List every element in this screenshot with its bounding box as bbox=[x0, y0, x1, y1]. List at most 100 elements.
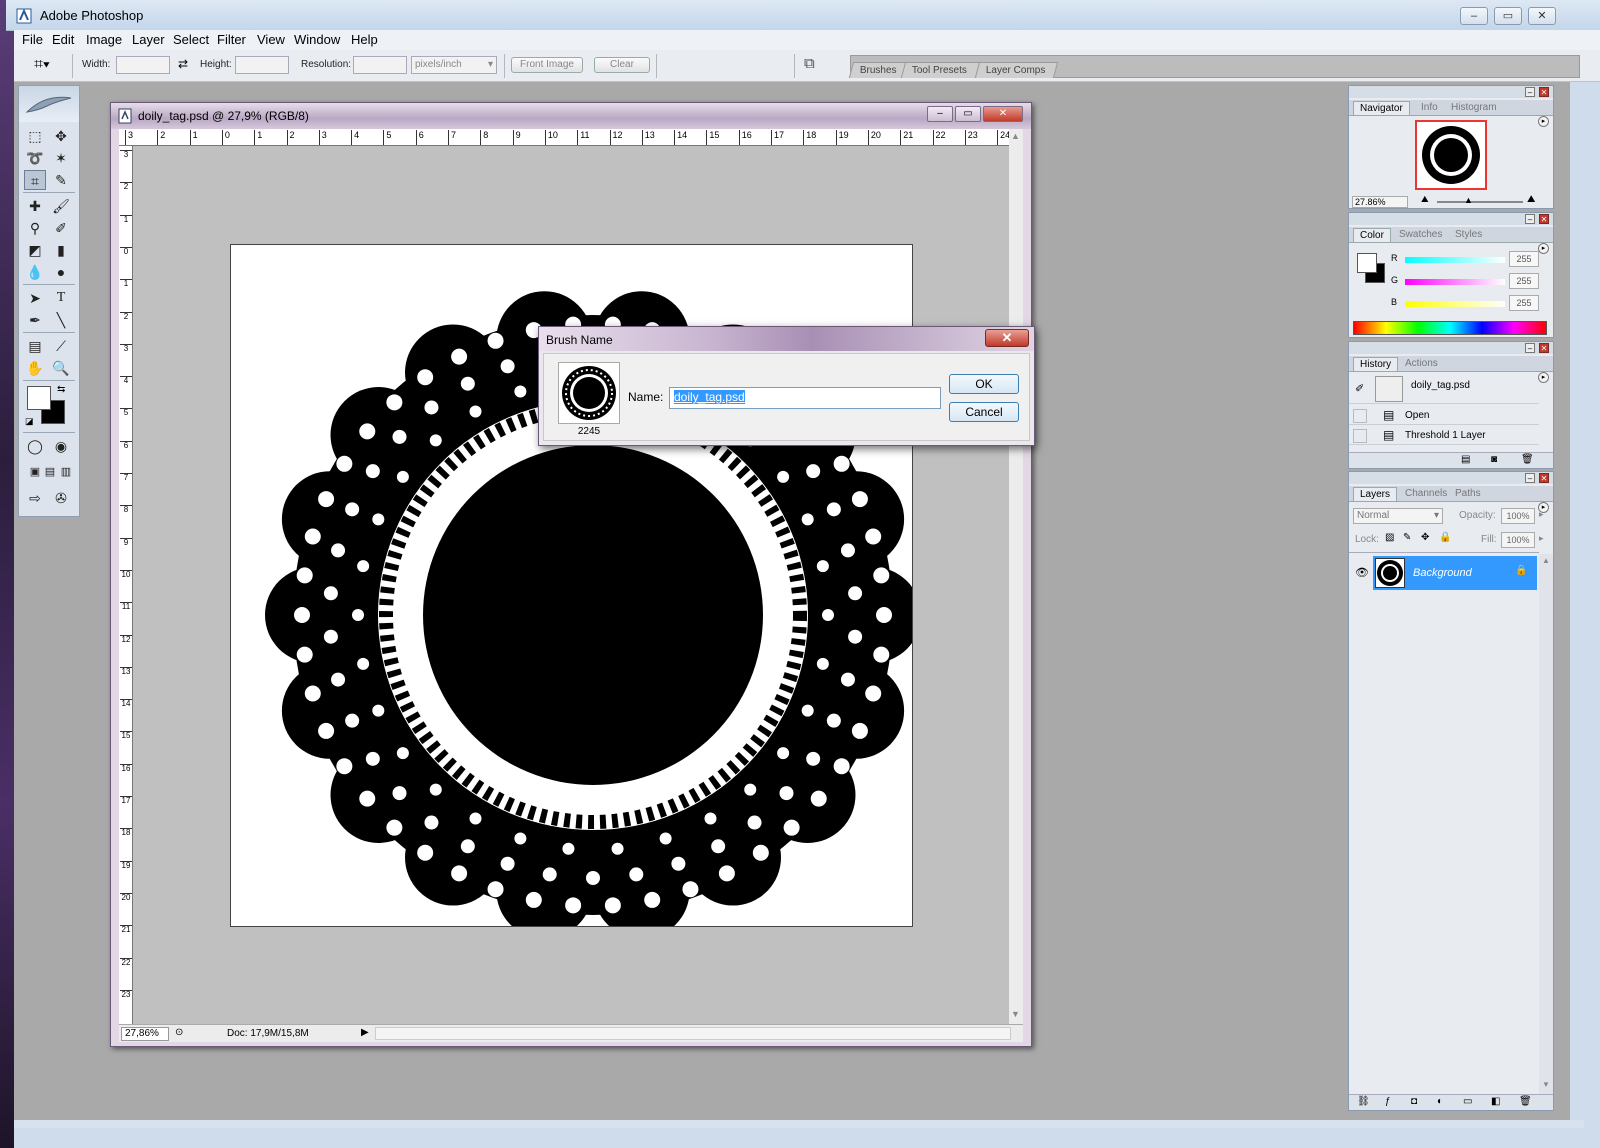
zoom-in-icon[interactable]: ⛰ bbox=[1527, 194, 1535, 205]
lasso-tool-icon[interactable]: ➰ bbox=[24, 148, 46, 168]
panel-close-button[interactable]: ✕ bbox=[1539, 214, 1549, 224]
history-source-checkbox[interactable] bbox=[1353, 429, 1367, 443]
document-titlebar[interactable]: doily_tag.psd @ 27,9% (RGB/8) – ▭ ✕ bbox=[111, 103, 1031, 129]
palette-toggle-icon[interactable]: ⧉ bbox=[804, 55, 815, 72]
panel-minimize-button[interactable]: – bbox=[1525, 343, 1535, 353]
opacity-arrow-icon[interactable]: ▸ bbox=[1539, 509, 1544, 520]
type-tool-icon[interactable]: T bbox=[50, 288, 72, 308]
default-colors-icon[interactable]: ◪ bbox=[25, 416, 34, 427]
doc-close-button[interactable]: ✕ bbox=[983, 106, 1023, 122]
green-channel-value[interactable]: 255 bbox=[1509, 273, 1539, 289]
fill-input[interactable]: 100% bbox=[1501, 532, 1535, 548]
menu-window[interactable]: Window bbox=[294, 32, 340, 47]
vertical-ruler[interactable]: 3 2 1 0 1 2 3 4 5 6 7 8 9 10 11 12 13 14 15 16 17 18 19 20 21 22 2… bbox=[119, 146, 133, 1028]
healing-brush-tool-icon[interactable]: ✚ bbox=[24, 196, 46, 216]
layer-row-background[interactable]: Background 🔒 bbox=[1373, 556, 1537, 590]
panel-header[interactable]: – ✕ bbox=[1349, 86, 1553, 98]
vertical-scrollbar[interactable]: ▲ ▼ bbox=[1009, 129, 1023, 1028]
path-selection-tool-icon[interactable]: ➤ bbox=[24, 288, 46, 308]
jump-to-imageready-icon[interactable]: ⇨ bbox=[24, 488, 46, 508]
lock-all-icon[interactable]: 🔒 bbox=[1439, 532, 1451, 543]
trash-icon[interactable]: 🗑 bbox=[1521, 454, 1534, 465]
blue-channel-value[interactable]: 255 bbox=[1509, 295, 1539, 311]
gradient-tool-icon[interactable]: ▮ bbox=[50, 240, 72, 260]
tab-histogram[interactable]: Histogram bbox=[1445, 101, 1503, 114]
front-image-button[interactable]: Front Image bbox=[511, 57, 583, 73]
dialog-titlebar[interactable]: Brush Name ✕ bbox=[539, 327, 1034, 351]
well-tab-layer-comps[interactable]: Layer Comps bbox=[974, 62, 1059, 78]
brush-name-input[interactable]: doily_tag.psd bbox=[669, 387, 941, 409]
tab-paths[interactable]: Paths bbox=[1449, 487, 1487, 500]
menu-edit[interactable]: Edit bbox=[52, 32, 74, 47]
scroll-up-arrow-icon[interactable]: ▲ bbox=[1542, 556, 1550, 565]
menu-file[interactable]: File bbox=[22, 32, 43, 47]
green-channel-slider[interactable] bbox=[1405, 279, 1505, 285]
navigator-zoom-field[interactable]: 27.86% bbox=[1352, 196, 1408, 208]
slice-tool-icon[interactable]: ✎ bbox=[50, 170, 72, 190]
red-channel-value[interactable]: 255 bbox=[1509, 251, 1539, 267]
blur-tool-icon[interactable]: 💧 bbox=[24, 262, 46, 282]
resolution-input[interactable] bbox=[353, 56, 407, 74]
foreground-color-swatch[interactable] bbox=[27, 386, 51, 410]
panel-close-button[interactable]: ✕ bbox=[1539, 473, 1549, 483]
zoom-level-field[interactable]: 27,86% bbox=[121, 1027, 169, 1041]
horizontal-scrollbar[interactable] bbox=[375, 1027, 1011, 1040]
resolution-unit-select[interactable]: pixels/inch ▾ bbox=[411, 56, 497, 74]
panel-header[interactable]: – ✕ bbox=[1349, 213, 1553, 225]
new-document-from-state-icon[interactable]: ▤ bbox=[1461, 454, 1470, 465]
maximize-button[interactable]: ▭ bbox=[1494, 7, 1522, 25]
status-info-icon[interactable]: ⊙ bbox=[175, 1027, 183, 1038]
close-button[interactable]: ✕ bbox=[1528, 7, 1556, 25]
history-state-row[interactable]: ▤ Threshold 1 Layer bbox=[1349, 426, 1539, 445]
panel-menu-icon[interactable]: ▸ bbox=[1538, 372, 1549, 383]
width-input[interactable] bbox=[116, 56, 170, 74]
swap-colors-icon[interactable]: ⇆ bbox=[57, 384, 65, 395]
quick-mask-mode-icon[interactable]: ◉ bbox=[50, 436, 72, 456]
magic-wand-tool-icon[interactable]: ✶ bbox=[50, 148, 72, 168]
tab-actions[interactable]: Actions bbox=[1399, 357, 1444, 370]
move-tool-icon[interactable]: ✥ bbox=[50, 126, 72, 146]
layer-mask-icon[interactable]: ◘ bbox=[1411, 1096, 1417, 1107]
layer-style-icon[interactable]: ƒ bbox=[1385, 1096, 1391, 1107]
app-titlebar[interactable]: Adobe Photoshop – ▭ ✕ bbox=[6, 0, 1600, 31]
new-group-icon[interactable]: ▭ bbox=[1463, 1096, 1472, 1107]
menu-image[interactable]: Image bbox=[86, 32, 122, 47]
new-snapshot-icon[interactable]: ◙ bbox=[1491, 454, 1497, 465]
panel-close-button[interactable]: ✕ bbox=[1539, 343, 1549, 353]
tab-info[interactable]: Info bbox=[1415, 101, 1444, 114]
tab-navigator[interactable]: Navigator bbox=[1353, 101, 1410, 115]
tab-color[interactable]: Color bbox=[1353, 228, 1391, 242]
history-brush-tool-icon[interactable]: ✐ bbox=[50, 218, 72, 238]
panel-minimize-button[interactable]: – bbox=[1525, 87, 1535, 97]
imageready-icon[interactable]: ✇ bbox=[50, 488, 72, 508]
lock-image-icon[interactable]: ✎ bbox=[1403, 532, 1411, 543]
adjustment-layer-icon[interactable]: ◐ bbox=[1437, 1096, 1443, 1107]
foreground-color-swatch[interactable] bbox=[1357, 253, 1377, 273]
swap-dimensions-icon[interactable]: ⇄ bbox=[178, 57, 188, 71]
dodge-tool-icon[interactable]: ● bbox=[50, 262, 72, 282]
menu-filter[interactable]: Filter bbox=[217, 32, 246, 47]
status-menu-arrow-icon[interactable]: ▶ bbox=[361, 1027, 369, 1038]
eyedropper-tool-icon[interactable]: ⟋ bbox=[50, 336, 72, 356]
zoom-slider[interactable] bbox=[1437, 201, 1523, 203]
layers-scrollbar[interactable]: ▲ ▼ bbox=[1539, 554, 1553, 1094]
notes-tool-icon[interactable]: ▤ bbox=[24, 336, 46, 356]
blue-channel-slider[interactable] bbox=[1405, 301, 1505, 307]
history-brush-source-icon[interactable]: ✐ bbox=[1355, 382, 1364, 395]
history-source-checkbox[interactable] bbox=[1353, 409, 1367, 423]
panel-minimize-button[interactable]: – bbox=[1525, 473, 1535, 483]
brush-tool-icon[interactable]: 🖌 bbox=[50, 196, 72, 216]
doc-maximize-button[interactable]: ▭ bbox=[955, 106, 981, 122]
zoom-tool-icon[interactable]: 🔍 bbox=[50, 358, 72, 378]
menu-layer[interactable]: Layer bbox=[132, 32, 165, 47]
zoom-slider-thumb[interactable]: ▲ bbox=[1464, 195, 1473, 205]
dialog-close-button[interactable]: ✕ bbox=[985, 329, 1029, 347]
scroll-down-arrow-icon[interactable]: ▼ bbox=[1542, 1080, 1550, 1089]
panel-header[interactable]: – ✕ bbox=[1349, 472, 1553, 484]
lock-position-icon[interactable]: ✥ bbox=[1421, 532, 1429, 543]
clear-button[interactable]: Clear bbox=[594, 57, 650, 73]
color-spectrum-ramp[interactable] bbox=[1353, 321, 1547, 335]
ok-button[interactable]: OK bbox=[949, 374, 1019, 394]
new-layer-icon[interactable]: ◧ bbox=[1491, 1096, 1500, 1107]
panel-header[interactable]: – ✕ bbox=[1349, 342, 1553, 354]
